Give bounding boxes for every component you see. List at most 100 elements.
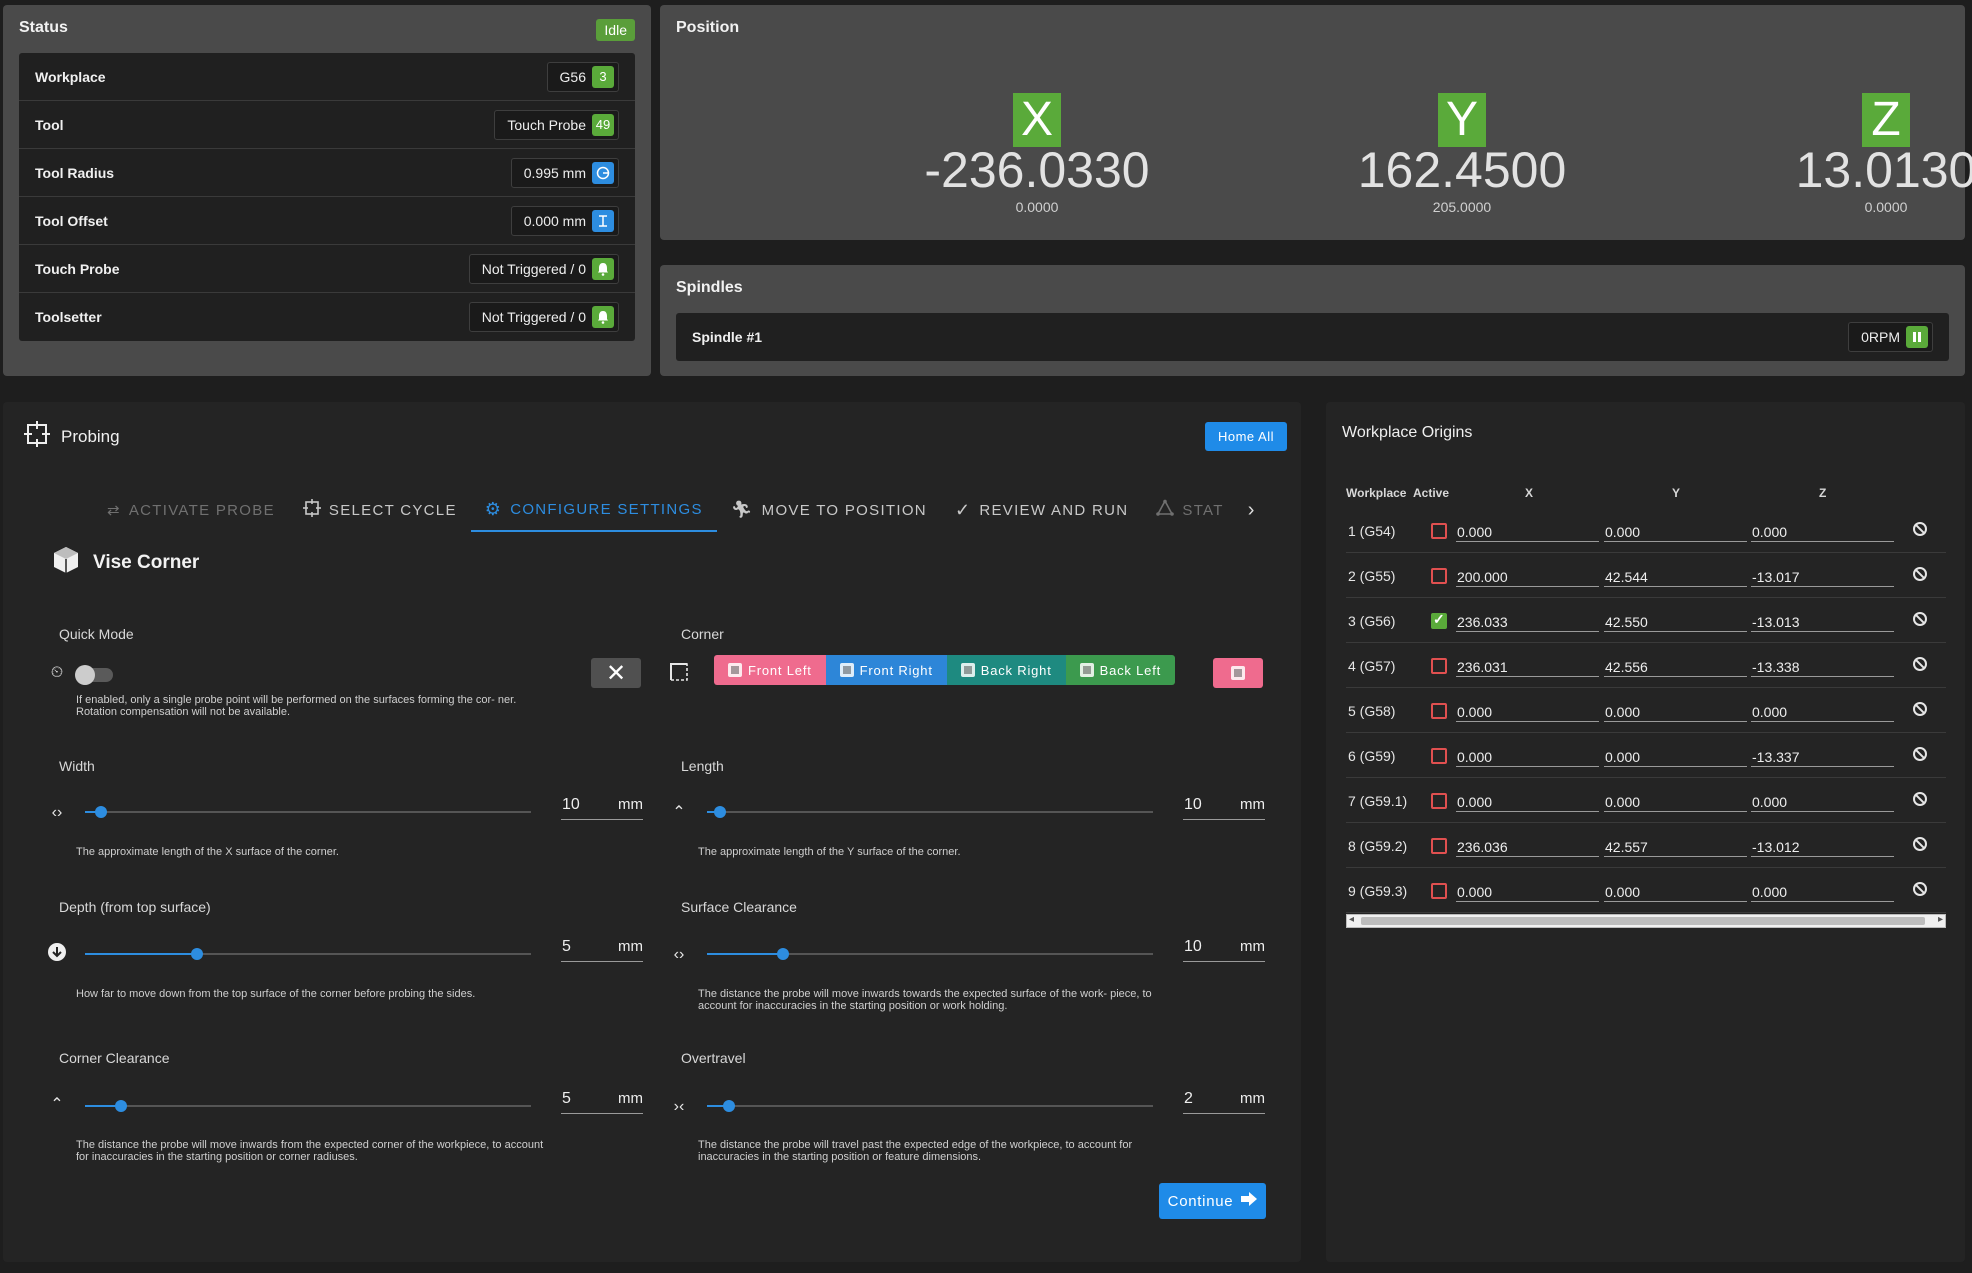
overtravel-slider[interactable] xyxy=(707,1096,1153,1116)
slider-thumb[interactable] xyxy=(114,1100,127,1112)
origin-x-input[interactable]: 0.000 xyxy=(1456,790,1599,812)
length-slider[interactable] xyxy=(707,802,1153,822)
spindle-rpm-text: 0RPM xyxy=(1861,329,1900,345)
origin-y-input[interactable]: 0.000 xyxy=(1604,520,1747,542)
origin-active-checkbox[interactable] xyxy=(1431,748,1447,764)
origin-active-checkbox[interactable] xyxy=(1431,523,1447,539)
corner-clearance-slider[interactable] xyxy=(85,1096,531,1116)
origin-x-input[interactable]: 200.000 xyxy=(1456,565,1599,587)
origin-z-input[interactable]: -13.338 xyxy=(1751,655,1894,677)
corner-back-right-button[interactable]: Back Right xyxy=(946,655,1066,685)
workplace-value[interactable]: G56 3 xyxy=(546,61,619,92)
depth-input[interactable]: 5 mm xyxy=(561,932,643,962)
clear-origin-icon[interactable] xyxy=(1913,567,1927,581)
origin-x-input[interactable]: 0.000 xyxy=(1456,745,1599,767)
step-activate-probe[interactable]: ⇄ Activate Probe xyxy=(93,488,289,532)
slider-thumb[interactable] xyxy=(776,948,789,960)
tool-chip: 49 xyxy=(592,113,614,136)
corner-front-left-button[interactable]: Front Left xyxy=(714,655,826,685)
origin-active-checkbox[interactable] xyxy=(1431,793,1447,809)
horizontal-scrollbar[interactable]: ◂ ▸ xyxy=(1346,914,1946,928)
overtravel-input[interactable]: 2 mm xyxy=(1183,1084,1265,1114)
stepper-next-chevron-icon[interactable]: › xyxy=(1238,499,1265,522)
length-input[interactable]: 10 mm xyxy=(1183,790,1265,820)
origin-x-input[interactable]: 236.033 xyxy=(1456,610,1599,632)
clear-origin-icon[interactable] xyxy=(1913,702,1927,716)
width-input[interactable]: 10 mm xyxy=(561,790,643,820)
origin-x-input[interactable]: 0.000 xyxy=(1456,880,1599,902)
close-icon[interactable]: ✕ xyxy=(591,658,641,688)
spindle-rpm[interactable]: 0RPM xyxy=(1848,322,1933,352)
tool-value[interactable]: Touch Probe 49 xyxy=(494,109,619,140)
quick-mode-toggle[interactable] xyxy=(75,665,113,685)
origin-y-input[interactable]: 0.000 xyxy=(1604,700,1747,722)
clear-origin-icon[interactable] xyxy=(1913,522,1927,536)
corner-front-left-indicator[interactable] xyxy=(1213,658,1263,688)
corner-front-right-button[interactable]: Front Right xyxy=(825,655,947,685)
scrollbar-thumb[interactable] xyxy=(1361,917,1925,925)
scroll-left-icon[interactable]: ◂ xyxy=(1349,914,1354,925)
slider-thumb[interactable] xyxy=(190,948,203,960)
tool-offset-value[interactable]: 0.000 mm xyxy=(510,205,619,236)
origin-y-input[interactable]: 42.544 xyxy=(1604,565,1747,587)
corner-icon xyxy=(1231,666,1245,680)
check-icon: ✓ xyxy=(954,499,972,520)
clear-origin-icon[interactable] xyxy=(1913,657,1927,671)
clear-origin-icon[interactable] xyxy=(1913,882,1927,896)
origin-y-input[interactable]: 42.550 xyxy=(1604,610,1747,632)
origin-z-input[interactable]: -13.012 xyxy=(1751,835,1894,857)
corner-back-left-button[interactable]: Back Left xyxy=(1065,655,1176,685)
origin-z-input[interactable]: 0.000 xyxy=(1751,880,1894,902)
origin-z-input[interactable]: -13.013 xyxy=(1751,610,1894,632)
origin-y-input[interactable]: 42.556 xyxy=(1604,655,1747,677)
slider-thumb[interactable] xyxy=(723,1100,736,1112)
origin-z-input[interactable]: 0.000 xyxy=(1751,790,1894,812)
slider-thumb[interactable] xyxy=(714,806,727,818)
clear-origin-icon[interactable] xyxy=(1913,837,1927,851)
clear-origin-icon[interactable] xyxy=(1913,792,1927,806)
origin-active-checkbox[interactable] xyxy=(1431,883,1447,899)
depth-slider[interactable] xyxy=(85,944,531,964)
step-stat[interactable]: Stat xyxy=(1142,488,1237,532)
step-review-and-run[interactable]: ✓ Review and Run xyxy=(941,488,1142,532)
step-move-to-position[interactable]: 🏃︎ Move to Position xyxy=(717,488,941,532)
step-select-cycle[interactable]: Select Cycle xyxy=(289,488,471,532)
surface-clearance-slider[interactable] xyxy=(707,944,1153,964)
touch-probe-value[interactable]: Not Triggered / 0 xyxy=(468,253,619,284)
origin-active-checkbox[interactable] xyxy=(1431,611,1447,629)
toolsetter-value[interactable]: Not Triggered / 0 xyxy=(468,302,619,332)
step-configure-settings[interactable]: ⚙ Configure Settings xyxy=(470,488,717,532)
origin-z-input[interactable]: -13.337 xyxy=(1751,745,1894,767)
origin-x-input[interactable]: 236.031 xyxy=(1456,655,1599,677)
origin-y-input[interactable]: 42.557 xyxy=(1604,835,1747,857)
corner-clearance-input[interactable]: 5 mm xyxy=(561,1084,643,1114)
status-label: Tool Radius xyxy=(35,164,115,181)
origin-x-input[interactable]: 236.036 xyxy=(1456,835,1599,857)
continue-button[interactable]: Continue xyxy=(1159,1183,1266,1219)
scroll-right-icon[interactable]: ▸ xyxy=(1938,914,1943,925)
origin-y-input[interactable]: 0.000 xyxy=(1604,790,1747,812)
clear-origin-icon[interactable] xyxy=(1913,612,1927,626)
status-row-workplace: Workplace G56 3 xyxy=(19,53,635,101)
origin-z-input[interactable]: -13.017 xyxy=(1751,565,1894,587)
origin-x-input[interactable]: 0.000 xyxy=(1456,520,1599,542)
tool-radius-value[interactable]: 0.995 mm xyxy=(510,157,619,188)
origin-x-input[interactable]: 0.000 xyxy=(1456,700,1599,722)
origin-active-checkbox[interactable] xyxy=(1431,658,1447,674)
surface-clearance-unit: mm xyxy=(1240,938,1265,955)
status-label: Touch Probe xyxy=(35,260,120,277)
origin-z-input[interactable]: 0.000 xyxy=(1751,520,1894,542)
origin-active-checkbox[interactable] xyxy=(1431,703,1447,719)
origin-z-input[interactable]: 0.000 xyxy=(1751,700,1894,722)
slider-thumb[interactable] xyxy=(94,806,107,818)
col-header-active: Active xyxy=(1413,486,1450,500)
width-slider[interactable] xyxy=(85,802,531,822)
clear-origin-icon[interactable] xyxy=(1913,747,1927,761)
origin-active-checkbox[interactable] xyxy=(1431,568,1447,584)
origin-y-input[interactable]: 0.000 xyxy=(1604,745,1747,767)
surface-clearance-input[interactable]: 10 mm xyxy=(1183,932,1265,962)
origin-active-checkbox[interactable] xyxy=(1431,838,1447,854)
triangle-icon xyxy=(1156,499,1175,521)
origin-y-input[interactable]: 0.000 xyxy=(1604,880,1747,902)
home-all-button[interactable]: Home All xyxy=(1204,422,1287,451)
